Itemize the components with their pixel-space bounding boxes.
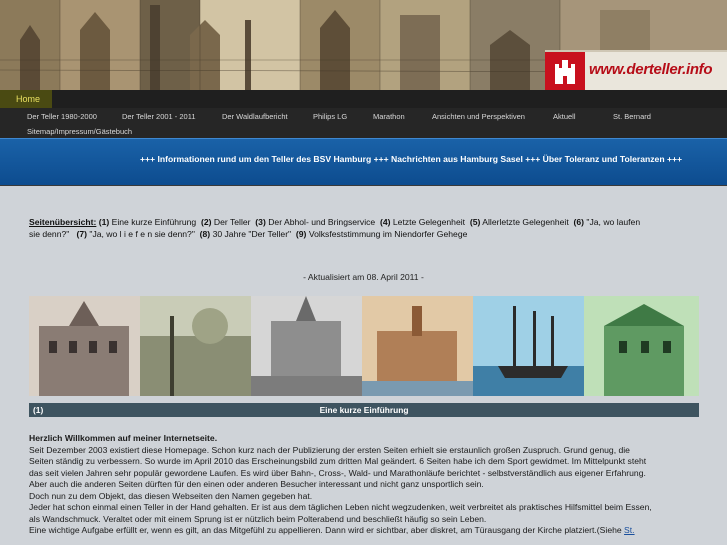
collage-panel-5: [473, 296, 584, 396]
collage-panel-2: [140, 296, 251, 396]
nav-item-waldlaufbericht[interactable]: Der Waldlaufbericht: [222, 112, 288, 121]
intro-line: als Wandschmuck. Veraltet oder mit einem…: [29, 513, 487, 524]
section-header: Eine kurze Einführung (1): [29, 403, 699, 417]
nav-item-st-bernard[interactable]: St. Bernard: [613, 112, 651, 121]
intro-line: das seit vielen Jahren sehr populär gewo…: [29, 467, 646, 478]
nav-home-tab[interactable]: Home: [0, 90, 52, 108]
main-content: Seitenübersicht: (1) Eine kurze Einführu…: [0, 186, 727, 545]
nav-item-marathon[interactable]: Marathon: [373, 112, 405, 121]
site-logo[interactable]: www.derteller.info: [545, 50, 727, 90]
main-navigation: Der Teller 1980-2000 Der Teller 2001 - 2…: [0, 108, 727, 138]
intro-text: Herzlich Willkommen auf meiner Internets…: [29, 433, 699, 537]
intro-line: Doch nun zu dem Objekt, das diesen Webse…: [29, 490, 313, 501]
index-link-3[interactable]: (3) Der Abhol- und Bringservice: [255, 217, 375, 227]
nav-item-philips-lg[interactable]: Philips LG: [313, 112, 347, 121]
intro-line: Seiten ständig zu verbessern. So wurde i…: [29, 456, 647, 467]
collage-panel-1: [29, 296, 140, 396]
index-link-1[interactable]: (1) Eine kurze Einführung: [99, 217, 196, 227]
intro-heading: Herzlich Willkommen auf meiner Internets…: [29, 433, 218, 443]
collage-panel-3: [251, 296, 362, 396]
home-bar: Home: [0, 90, 727, 108]
index-label: Seitenübersicht:: [29, 217, 97, 227]
nav-item-sitemap[interactable]: Sitemap/Impressum/Gästebuch: [27, 127, 132, 136]
collage-panel-6: [584, 296, 699, 396]
hamburg-collage-image: [29, 296, 699, 396]
section-number: (1): [33, 405, 44, 415]
collage-panel-4: [362, 296, 473, 396]
header-banner: www.derteller.info: [0, 0, 727, 90]
index-link-9[interactable]: (9) Volksfeststimmung im Niendorfer Gehe…: [296, 229, 467, 239]
updated-date: - Aktualisiert am 08. April 2011 -: [303, 272, 424, 282]
section-title: Eine kurze Einführung: [319, 405, 409, 415]
nav-item-teller-2001-2011[interactable]: Der Teller 2001 - 2011: [122, 112, 196, 121]
ticker-text: +++ Informationen rund um den Teller des…: [140, 154, 683, 164]
index-link-5[interactable]: (5) Allerletzte Gelegenheit: [470, 217, 569, 227]
nav-item-ansichten[interactable]: Ansichten und Perspektiven: [432, 112, 525, 121]
index-link-6[interactable]: (6) "Ja, wo laufen: [574, 217, 641, 227]
index-link-4[interactable]: (4) Letzte Gelegenheit: [380, 217, 465, 227]
nav-item-teller-1980-2000[interactable]: Der Teller 1980-2000: [27, 112, 97, 121]
index-link-7[interactable]: (7) "Ja, wo l i e f e n sie denn?": [77, 229, 195, 239]
index-link-6-cont[interactable]: sie denn?": [29, 229, 69, 239]
index-link-2[interactable]: (2) Der Teller: [201, 217, 251, 227]
page-index: Seitenübersicht: (1) Eine kurze Einführu…: [29, 216, 699, 240]
st-bernard-link[interactable]: St.: [624, 525, 635, 535]
hamburg-crest-icon: [545, 52, 585, 90]
news-ticker: +++ Informationen rund um den Teller des…: [0, 138, 727, 185]
logo-text: www.derteller.info: [589, 61, 713, 78]
index-link-8[interactable]: (8) 30 Jahre "Der Teller": [200, 229, 291, 239]
intro-line: Aber auch die anderen Seiten dürften für…: [29, 479, 484, 490]
intro-line: Seit Dezember 2003 existiert diese Homep…: [29, 444, 630, 455]
nav-item-aktuell[interactable]: Aktuell: [553, 112, 576, 121]
intro-line: Jeder hat schon einmal einen Teller in d…: [29, 502, 652, 513]
intro-line: Eine wichtige Aufgabe erfüllt er, wenn e…: [29, 525, 635, 536]
